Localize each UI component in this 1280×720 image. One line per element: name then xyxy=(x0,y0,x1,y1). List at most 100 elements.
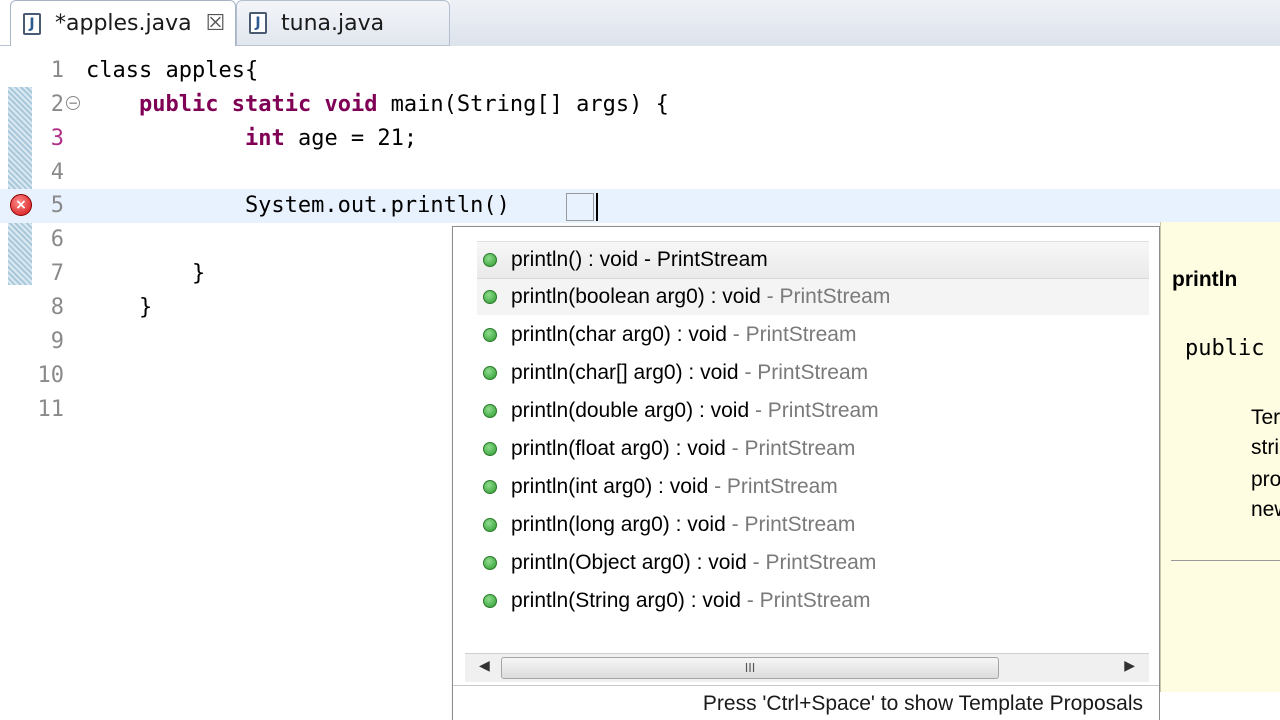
public-method-icon xyxy=(483,366,497,380)
content-assist-popup: println() : void - PrintStream println(bo… xyxy=(452,226,1160,720)
public-method-icon xyxy=(483,594,497,608)
error-marker-icon[interactable]: × xyxy=(10,194,32,216)
javadoc-text-line: stri xyxy=(1251,436,1279,459)
code-line-4[interactable]: 4 xyxy=(0,156,1280,190)
proposal-item[interactable]: println() : void - PrintStream xyxy=(477,241,1149,279)
proposal-declaring-type: - PrintStream xyxy=(746,551,877,574)
proposal-signature: println(Object arg0) : void xyxy=(511,551,747,574)
horizontal-scrollbar[interactable]: ◀ III ▶ xyxy=(465,653,1149,682)
proposal-signature: println() : void - PrintStream xyxy=(511,248,768,271)
code-text[interactable]: int age = 21; xyxy=(86,122,417,156)
proposal-declaring-type: - PrintStream xyxy=(760,285,891,308)
public-method-icon xyxy=(483,518,497,532)
line-number: 1 xyxy=(50,58,64,83)
public-method-icon xyxy=(483,290,497,304)
code-text[interactable]: } xyxy=(86,257,205,291)
javadoc-footer xyxy=(1160,692,1280,720)
javadoc-text-line: new xyxy=(1251,498,1280,521)
scroll-right-arrow-icon[interactable]: ▶ xyxy=(1124,658,1135,674)
editor-tab-bar: J *apples.java ☒ J tuna.java xyxy=(0,0,1280,47)
proposal-item[interactable]: println(float arg0) : void - PrintStream xyxy=(477,431,1149,467)
close-tab-icon[interactable]: ☒ xyxy=(206,11,226,36)
line-number: 10 xyxy=(37,363,65,388)
public-method-icon xyxy=(483,404,497,418)
proposal-list[interactable]: println() : void - PrintStream println(bo… xyxy=(465,237,1149,655)
code-text[interactable]: System.out.println() xyxy=(86,189,510,223)
tab-label: *apples.java xyxy=(55,11,192,36)
code-line-5[interactable]: 5 System.out.println() xyxy=(0,189,1280,223)
public-method-icon xyxy=(483,253,497,267)
proposal-declaring-type: - PrintStream xyxy=(726,323,857,346)
line-number: 6 xyxy=(50,227,64,252)
code-token: class apples{ xyxy=(86,58,259,83)
code-token: System.out.println() xyxy=(86,193,510,218)
proposal-signature: println(String arg0) : void xyxy=(511,589,741,612)
proposal-signature: println(long arg0) : void xyxy=(511,513,726,536)
code-line-1[interactable]: 1 class apples{ xyxy=(0,54,1280,88)
proposal-declaring-type: - PrintStream xyxy=(708,475,838,498)
bracket-match-highlight xyxy=(566,193,594,221)
code-text[interactable]: class apples{ xyxy=(86,54,258,88)
line-number: 11 xyxy=(37,397,65,422)
proposal-item[interactable]: println(Object arg0) : void - PrintStrea… xyxy=(477,545,1149,581)
proposal-declaring-type: - PrintStream xyxy=(725,437,856,460)
public-method-icon xyxy=(483,556,497,570)
javadoc-title: println xyxy=(1172,268,1238,291)
proposal-item[interactable]: println(boolean arg0) : void - PrintStre… xyxy=(477,279,1149,315)
tab-apples-java[interactable]: J *apples.java ☒ xyxy=(10,0,236,46)
code-line-3[interactable]: 3 int age = 21; xyxy=(0,122,1280,156)
code-text[interactable]: public static void main(String[] args) { xyxy=(86,88,669,122)
public-method-icon xyxy=(483,480,497,494)
code-line-2[interactable]: 2 public static void main(String[] args)… xyxy=(0,88,1280,122)
proposal-item[interactable]: println(char[] arg0) : void - PrintStrea… xyxy=(477,355,1149,391)
proposal-signature: println(boolean arg0) : void xyxy=(511,285,761,308)
keyword-token: public xyxy=(138,92,219,117)
line-number: 4 xyxy=(50,160,64,185)
javadoc-text-line: Ter xyxy=(1251,406,1280,429)
line-number: 7 xyxy=(50,261,64,286)
keyword-token: void xyxy=(324,92,378,117)
code-token: } xyxy=(86,261,206,286)
public-method-icon xyxy=(483,442,497,456)
proposal-declaring-type: - PrintStream xyxy=(749,399,879,422)
proposal-declaring-type: - PrintStream xyxy=(738,361,869,384)
fold-collapse-icon[interactable]: − xyxy=(66,96,80,110)
line-number: 9 xyxy=(50,329,64,354)
tab-bar-background xyxy=(450,0,1280,47)
proposal-declaring-type: - PrintStream xyxy=(740,589,871,612)
proposal-signature: println(float arg0) : void xyxy=(511,437,726,460)
proposal-item[interactable]: println(int arg0) : void - PrintStream xyxy=(477,469,1149,505)
code-token: age = 21; xyxy=(284,126,418,151)
proposal-declaring-type: - PrintStream xyxy=(725,513,856,536)
java-file-icon: J xyxy=(249,12,267,34)
line-number: 8 xyxy=(50,295,64,320)
scrollbar-thumb[interactable]: III xyxy=(501,657,999,679)
javadoc-signature: public xyxy=(1185,336,1265,361)
keyword-token: int xyxy=(244,126,285,151)
proposal-item[interactable]: println(double arg0) : void - PrintStrea… xyxy=(477,393,1149,429)
javadoc-divider xyxy=(1171,560,1280,561)
popup-status-bar: Press 'Ctrl+Space' to show Template Prop… xyxy=(453,685,1159,720)
text-caret xyxy=(596,193,598,221)
proposal-item[interactable]: println(char arg0) : void - PrintStream xyxy=(477,317,1149,353)
template-proposals-hint[interactable]: Press 'Ctrl+Space' to show Template Prop… xyxy=(703,692,1143,716)
javadoc-hover-panel: println public Ter stri pro new xyxy=(1160,222,1280,692)
tab-tuna-java[interactable]: J tuna.java xyxy=(236,0,450,46)
proposal-item[interactable]: println(String arg0) : void - PrintStrea… xyxy=(477,583,1149,619)
keyword-token: static xyxy=(231,92,312,117)
javadoc-text-line: pro xyxy=(1251,468,1280,491)
scroll-left-arrow-icon[interactable]: ◀ xyxy=(479,658,490,674)
code-text[interactable]: } xyxy=(86,291,152,325)
code-token: } xyxy=(86,295,153,320)
proposal-signature: println(int arg0) : void xyxy=(511,475,709,498)
proposal-signature: println(char arg0) : void xyxy=(511,323,727,346)
proposal-item[interactable]: println(long arg0) : void - PrintStream xyxy=(477,507,1149,543)
proposal-signature: println(double arg0) : void xyxy=(511,399,750,422)
proposal-signature: println(char[] arg0) : void xyxy=(511,361,739,384)
java-file-icon: J xyxy=(23,12,41,35)
code-token: main(String[] args) { xyxy=(377,92,669,117)
